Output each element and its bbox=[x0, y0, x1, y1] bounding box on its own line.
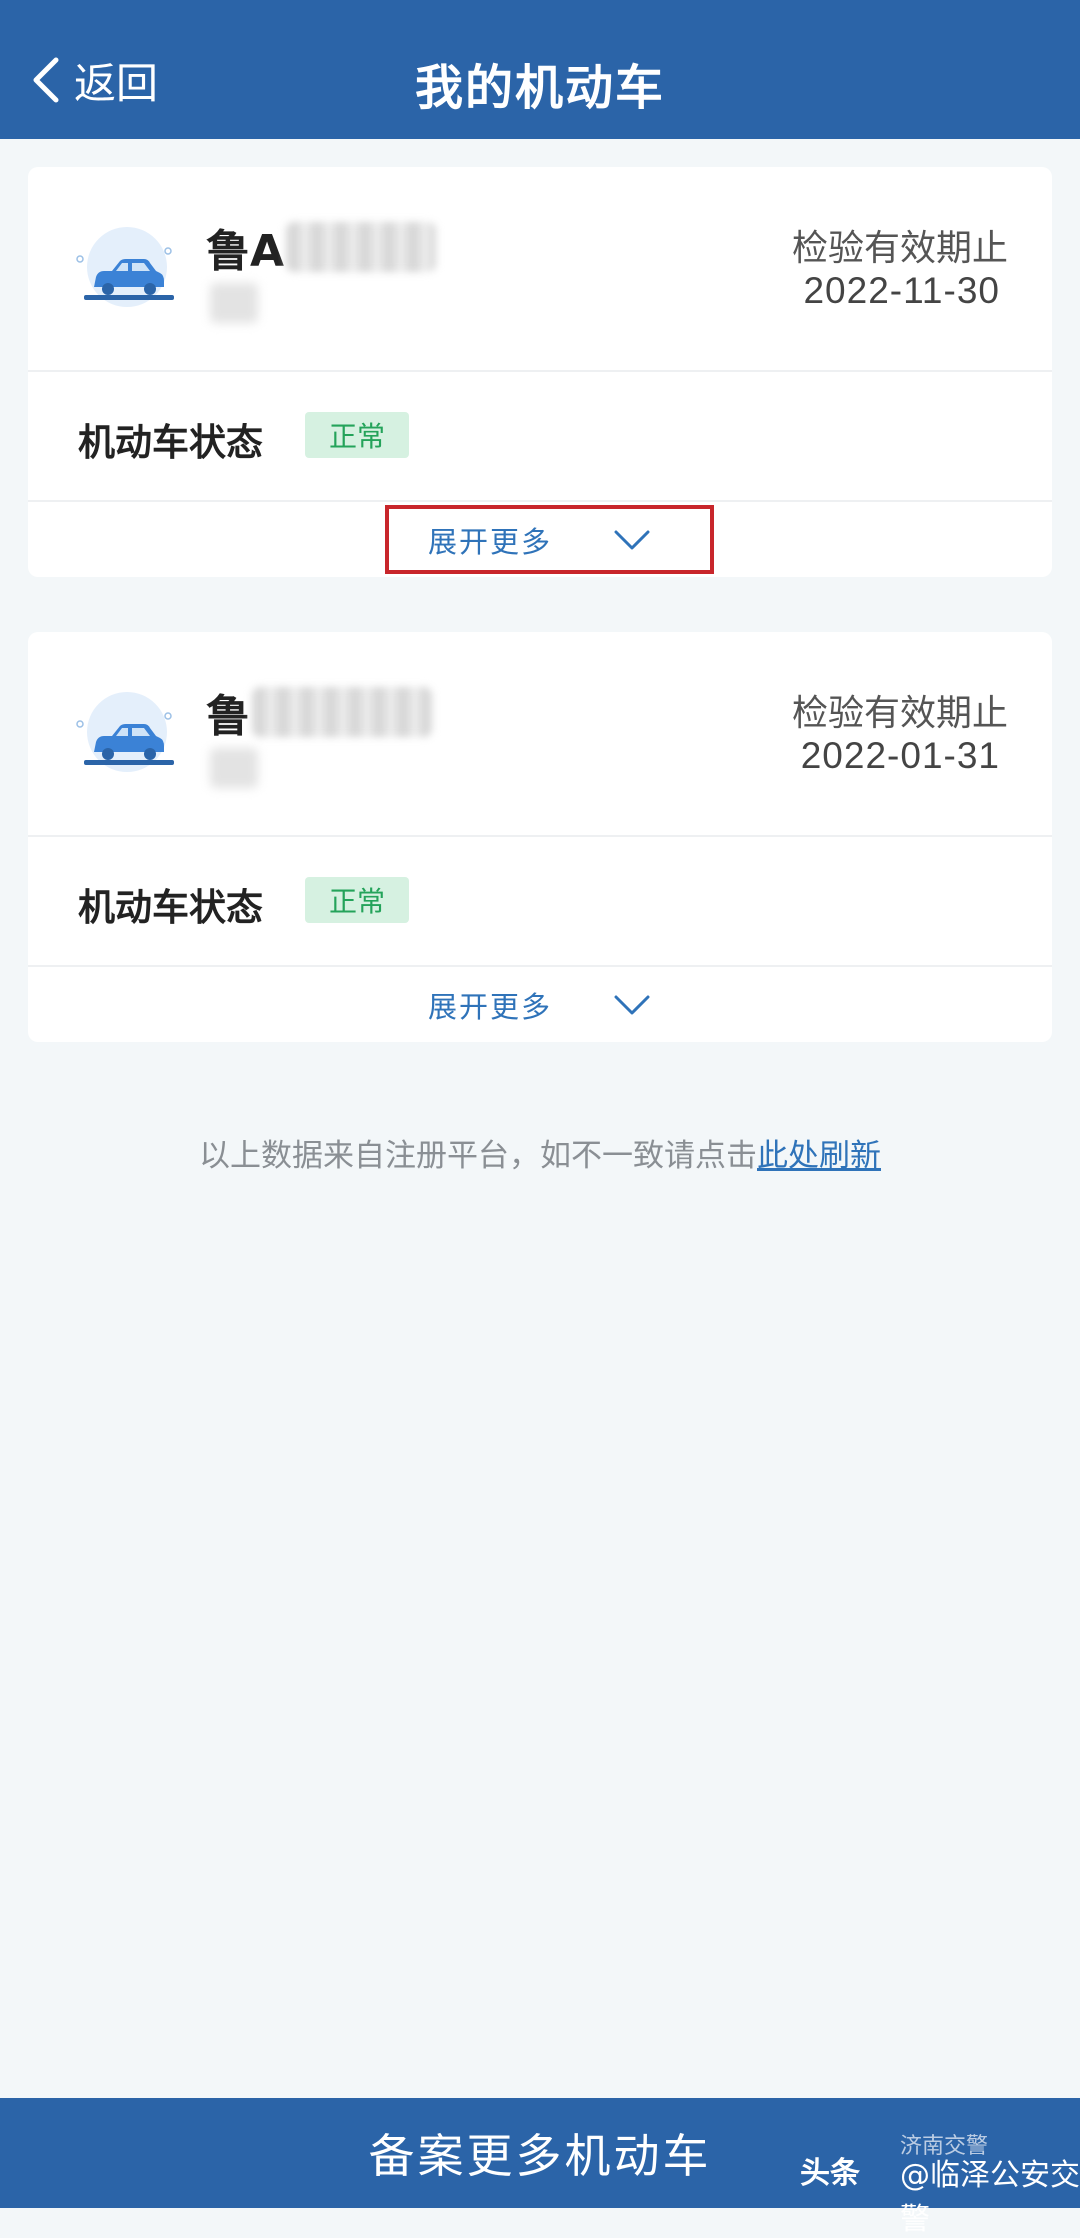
chevron-down-icon bbox=[614, 995, 650, 1014]
register-more-vehicles-label: 备案更多机动车 bbox=[368, 2129, 712, 2183]
data-source-text: 以上数据来自注册平台，如不一致请点击 bbox=[199, 1138, 757, 1174]
status-badge: 正常 bbox=[305, 877, 409, 923]
divider bbox=[28, 835, 1052, 837]
vehicle-type-redacted bbox=[210, 748, 258, 788]
page-title: 我的机动车 bbox=[414, 60, 665, 116]
highlight-annotation bbox=[385, 505, 714, 574]
app-header: 返回 我的机动车 bbox=[0, 0, 1080, 139]
expand-more-label: 展开更多 bbox=[427, 989, 552, 1024]
plate-prefix: 鲁 bbox=[206, 691, 250, 742]
divider bbox=[28, 370, 1052, 372]
car-icon bbox=[76, 227, 174, 307]
status-label: 机动车状态 bbox=[78, 886, 263, 929]
data-source-note: 以上数据来自注册平台，如不一致请点击此处刷新 bbox=[0, 1130, 1080, 1175]
inspection-label: 检验有效期止 bbox=[791, 693, 1008, 734]
status-label: 机动车状态 bbox=[78, 421, 263, 464]
plate-prefix: 鲁A bbox=[206, 226, 285, 277]
vehicle-card[interactable]: 鲁 检验有效期止 2022-01-31 机动车状态 正常 展开更多 bbox=[28, 632, 1052, 1042]
refresh-link[interactable]: 此处刷新 bbox=[757, 1138, 881, 1174]
status-badge: 正常 bbox=[305, 412, 409, 458]
plate-redacted bbox=[252, 687, 432, 737]
watermark-account: @临泽公安交警 bbox=[900, 2158, 1080, 2237]
car-icon bbox=[76, 692, 174, 772]
vehicle-type-redacted bbox=[210, 283, 258, 323]
plate-number: 鲁A bbox=[206, 217, 437, 277]
vehicle-card[interactable]: 鲁A 检验有效期止 2022-11-30 机动车状态 正常 展开更多 bbox=[28, 167, 1052, 577]
inspection-date: 2022-11-30 bbox=[803, 270, 1000, 311]
inspection-date: 2022-01-31 bbox=[800, 735, 1000, 776]
plate-redacted bbox=[286, 222, 437, 272]
expand-more-button[interactable]: 展开更多 bbox=[28, 967, 1052, 1042]
watermark-source: 头条 bbox=[800, 2156, 860, 2191]
inspection-label: 检验有效期止 bbox=[791, 228, 1008, 269]
plate-number: 鲁 bbox=[206, 682, 432, 742]
